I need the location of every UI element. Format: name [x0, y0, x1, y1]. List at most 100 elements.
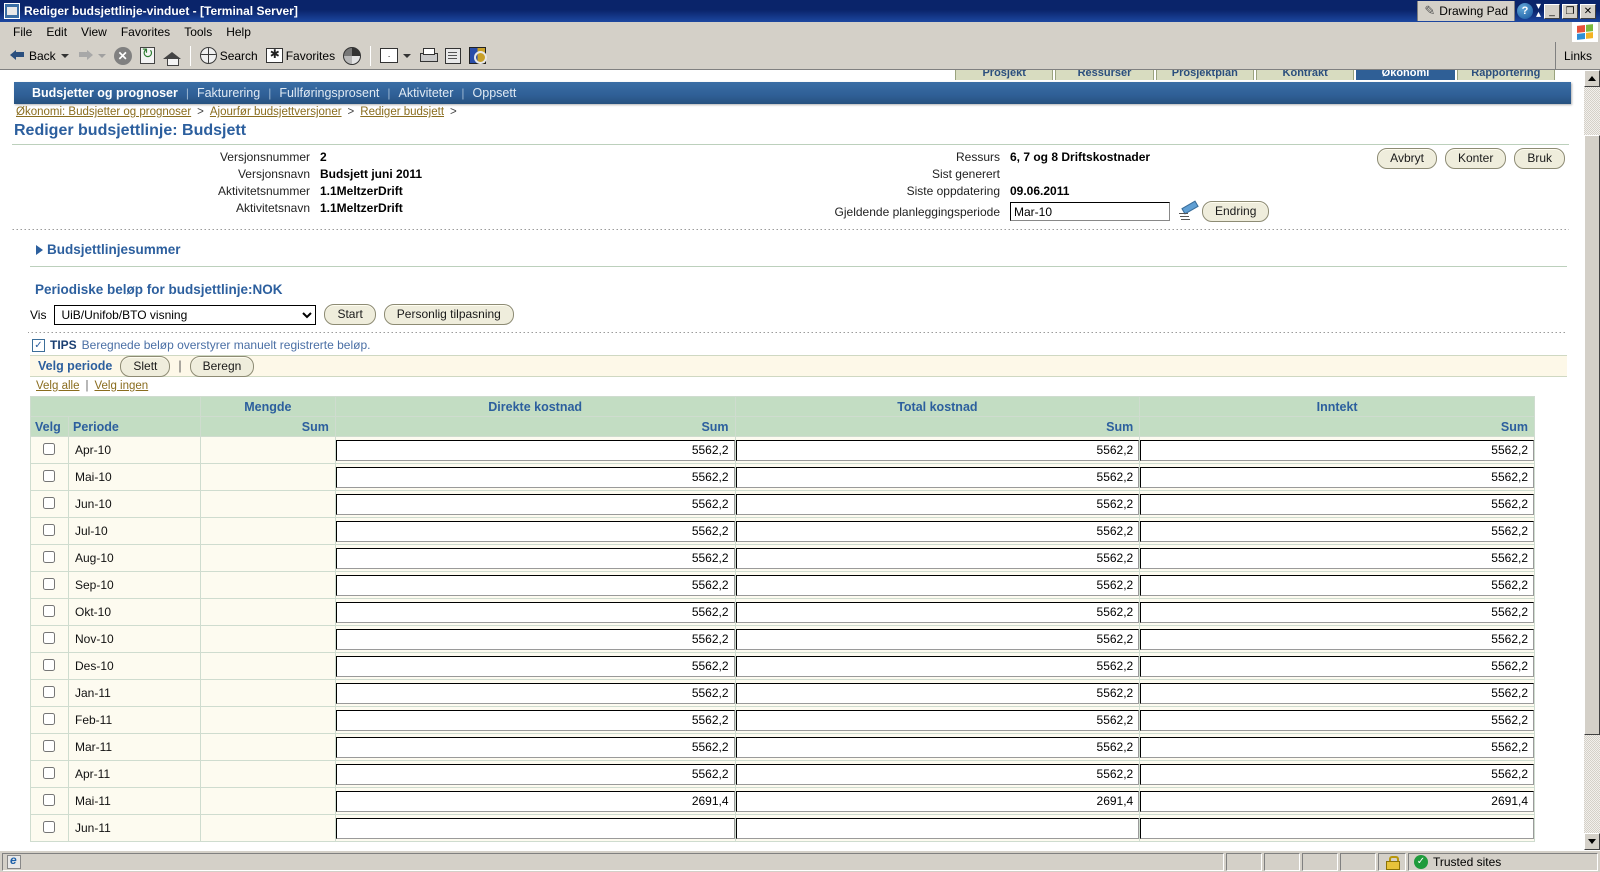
view-select[interactable]: UiB/Unifob/BTO visning: [54, 304, 317, 325]
planning-period-input[interactable]: [1010, 202, 1170, 221]
encarta-button[interactable]: [465, 44, 490, 68]
row-direkte-kostnad-input[interactable]: [335, 574, 735, 596]
media-button[interactable]: [339, 44, 365, 68]
row-direkte-kostnad-input[interactable]: [335, 628, 735, 650]
back-dropdown-icon[interactable]: [60, 53, 69, 58]
row-total-kostnad-input[interactable]: [735, 628, 1140, 650]
row-inntekt-input[interactable]: [1140, 628, 1534, 650]
row-direkte-kostnad-input[interactable]: [335, 439, 735, 461]
menu-item-view[interactable]: View: [74, 23, 114, 41]
row-inntekt-input[interactable]: [1140, 439, 1534, 461]
row-total-kostnad-input[interactable]: [735, 493, 1140, 515]
menu-item-edit[interactable]: Edit: [39, 23, 74, 41]
row-select-checkbox[interactable]: [43, 469, 56, 482]
tab-prosjektplan[interactable]: Prosjektplan: [1155, 70, 1254, 80]
nav-item-fakturering[interactable]: Fakturering: [189, 86, 268, 100]
slett-button[interactable]: Slett: [120, 355, 171, 377]
row-total-kostnad-input[interactable]: [735, 817, 1140, 839]
row-direkte-kostnad-input[interactable]: [335, 790, 735, 812]
row-inntekt-input[interactable]: [1140, 520, 1534, 542]
row-inntekt-input[interactable]: [1140, 493, 1534, 515]
tab-ressurser[interactable]: Ressurser: [1055, 70, 1154, 80]
menu-item-favorites[interactable]: Favorites: [114, 23, 177, 41]
start-button[interactable]: Start: [324, 304, 376, 325]
velg-alle-link[interactable]: Velg alle: [36, 380, 79, 392]
breadcrumb-item-ajourfor[interactable]: Ajourfør budsjettversjoner: [210, 106, 342, 118]
minimize-button[interactable]: _: [1544, 3, 1560, 19]
row-inntekt-input[interactable]: [1140, 466, 1534, 488]
mail-button[interactable]: [376, 44, 415, 68]
row-direkte-kostnad-input[interactable]: [335, 763, 735, 785]
nav-item-budsjetter-og-prognoser[interactable]: Budsjetter og prognoser: [24, 86, 186, 100]
refresh-button[interactable]: [136, 44, 159, 68]
row-inntekt-input[interactable]: [1140, 736, 1534, 758]
search-button[interactable]: Search: [196, 44, 262, 68]
row-select-checkbox[interactable]: [43, 766, 56, 779]
menu-item-file[interactable]: File: [6, 23, 39, 41]
scroll-thumb[interactable]: [1584, 135, 1600, 735]
menu-item-tools[interactable]: Tools: [177, 23, 219, 41]
row-direkte-kostnad-input[interactable]: [335, 655, 735, 677]
row-select-checkbox[interactable]: [43, 523, 56, 536]
row-inntekt-input[interactable]: [1140, 817, 1534, 839]
favorites-button[interactable]: Favorites: [262, 44, 339, 68]
row-select-checkbox[interactable]: [43, 793, 56, 806]
row-select-checkbox[interactable]: [43, 604, 56, 617]
forward-button[interactable]: [73, 44, 110, 68]
security-zone-pane[interactable]: ✓ Trusted sites: [1408, 852, 1598, 871]
scroll-up-button[interactable]: [1584, 70, 1600, 87]
personlig-tilpasning-button[interactable]: Personlig tilpasning: [383, 304, 514, 325]
bruk-button[interactable]: Bruk: [1514, 148, 1565, 169]
row-total-kostnad-input[interactable]: [735, 709, 1140, 731]
row-total-kostnad-input[interactable]: [735, 736, 1140, 758]
avbryt-button[interactable]: Avbryt: [1377, 148, 1437, 169]
row-inntekt-input[interactable]: [1140, 574, 1534, 596]
row-select-checkbox[interactable]: [43, 685, 56, 698]
velg-ingen-link[interactable]: Velg ingen: [94, 380, 148, 392]
row-direkte-kostnad-input[interactable]: [335, 466, 735, 488]
nav-item-fullforingsprosent[interactable]: Fullføringsprosent: [271, 86, 387, 100]
links-button[interactable]: Links: [1554, 42, 1600, 69]
tab-okonomi[interactable]: Økonomi: [1356, 70, 1455, 80]
row-select-checkbox[interactable]: [43, 658, 56, 671]
home-button[interactable]: [159, 44, 185, 68]
edit-button[interactable]: [441, 44, 465, 68]
tab-rapportering[interactable]: Rapportering: [1456, 70, 1555, 80]
row-direkte-kostnad-input[interactable]: [335, 817, 735, 839]
nav-item-oppsett[interactable]: Oppsett: [465, 86, 525, 100]
row-select-checkbox[interactable]: [43, 712, 56, 725]
row-direkte-kostnad-input[interactable]: [335, 682, 735, 704]
row-direkte-kostnad-input[interactable]: [335, 493, 735, 515]
breadcrumb-item-rediger-budsjett[interactable]: Rediger budsjett: [360, 106, 444, 118]
row-total-kostnad-input[interactable]: [735, 655, 1140, 677]
forward-dropdown-icon[interactable]: [97, 53, 106, 58]
row-select-checkbox[interactable]: [43, 496, 56, 509]
row-total-kostnad-input[interactable]: [735, 574, 1140, 596]
row-total-kostnad-input[interactable]: [735, 439, 1140, 461]
row-direkte-kostnad-input[interactable]: [335, 601, 735, 623]
tab-prosjekt[interactable]: Prosjekt: [955, 70, 1054, 80]
row-total-kostnad-input[interactable]: [735, 547, 1140, 569]
tab-kontrakt[interactable]: Kontrakt: [1255, 70, 1355, 80]
help-icon[interactable]: ?: [1517, 3, 1533, 19]
row-select-checkbox[interactable]: [43, 550, 56, 563]
scroll-track[interactable]: [1584, 87, 1600, 833]
row-select-checkbox[interactable]: [43, 820, 56, 833]
stop-button[interactable]: ✕: [110, 44, 136, 68]
row-total-kostnad-input[interactable]: [735, 601, 1140, 623]
back-button[interactable]: Back: [6, 44, 73, 68]
row-direkte-kostnad-input[interactable]: [335, 709, 735, 731]
row-total-kostnad-input[interactable]: [735, 763, 1140, 785]
row-select-checkbox[interactable]: [43, 739, 56, 752]
row-select-checkbox[interactable]: [43, 577, 56, 590]
scroll-down-button[interactable]: [1584, 833, 1600, 850]
row-total-kostnad-input[interactable]: [735, 520, 1140, 542]
budsjettlinjesummer-section-toggle[interactable]: Budsjettlinjesummer: [36, 242, 181, 257]
row-total-kostnad-input[interactable]: [735, 790, 1140, 812]
row-inntekt-input[interactable]: [1140, 790, 1534, 812]
konter-button[interactable]: Konter: [1444, 148, 1507, 169]
row-direkte-kostnad-input[interactable]: [335, 520, 735, 542]
drawing-pad-button[interactable]: ✎ Drawing Pad: [1417, 1, 1515, 21]
restore-button[interactable]: ❐: [1562, 3, 1578, 19]
nav-item-aktiviteter[interactable]: Aktiviteter: [391, 86, 462, 100]
